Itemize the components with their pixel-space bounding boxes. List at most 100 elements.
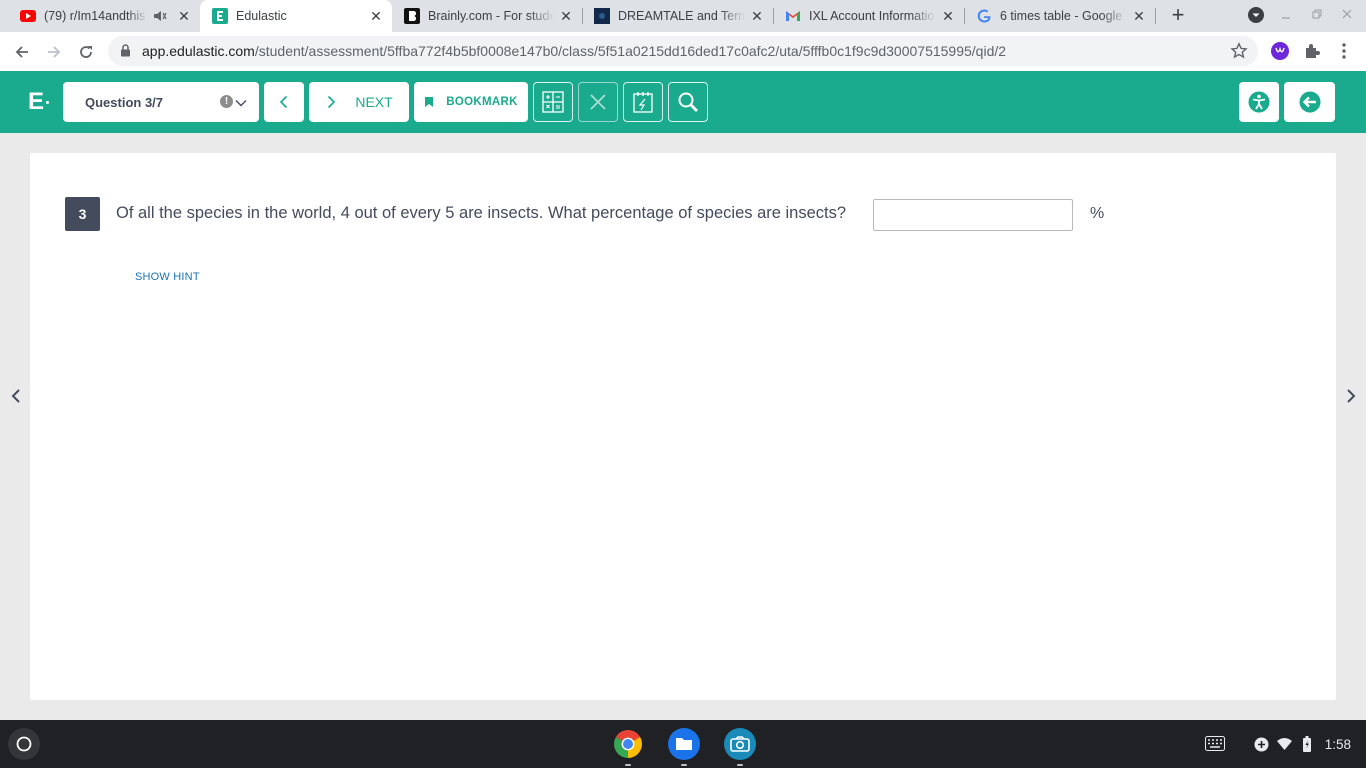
extensions-puzzle-icon[interactable] — [1302, 41, 1322, 61]
chevron-down-icon — [235, 96, 247, 114]
arrow-right-icon — [48, 46, 61, 58]
tab-separator — [964, 8, 965, 24]
chevron-down-icon — [1248, 7, 1264, 23]
magnifier-button[interactable] — [668, 82, 708, 122]
url-path: /student/assessment/5ffba772f4b5bf0008e1… — [254, 43, 1007, 59]
extension-purple-icon[interactable] — [1270, 41, 1290, 61]
chrome-app[interactable] — [612, 728, 644, 760]
battery-icon — [1303, 736, 1311, 757]
tab-ixl[interactable]: IXL Account Informatio ✕ — [773, 0, 964, 32]
close-icon[interactable]: ✕ — [176, 8, 192, 24]
youtube-icon — [20, 8, 36, 24]
browser-menu-icon[interactable] — [1334, 41, 1354, 61]
scratchpad-button[interactable] — [623, 82, 663, 122]
url-domain: app.edulastic.com — [142, 43, 255, 59]
exit-test-button[interactable] — [1284, 82, 1335, 122]
tab-title: (79) r/Im14andthis — [44, 9, 146, 23]
back-button[interactable] — [10, 40, 34, 64]
chevron-right-icon — [328, 95, 336, 109]
answer-input[interactable] — [873, 199, 1073, 231]
new-tab-button[interactable]: + — [1166, 4, 1190, 28]
launcher-button[interactable] — [8, 728, 40, 760]
next-page-arrow[interactable] — [1344, 386, 1358, 406]
bookmark-button[interactable]: BOOKMARK — [414, 82, 528, 122]
tab-google[interactable]: 6 times table - Google S ✕ — [964, 0, 1155, 32]
close-icon[interactable]: ✕ — [368, 8, 384, 24]
close-icon[interactable]: ✕ — [749, 8, 765, 24]
system-shelf: 1:58 — [0, 720, 1366, 768]
accessibility-button[interactable] — [1239, 82, 1279, 122]
add-circle-icon — [1254, 737, 1269, 757]
tab-title: 6 times table - Google S — [1000, 9, 1127, 23]
close-icon[interactable]: ✕ — [940, 8, 956, 24]
next-question-button[interactable]: NEXT — [309, 82, 409, 122]
show-hint-link[interactable]: SHOW HINT — [135, 271, 200, 283]
previous-question-button[interactable] — [264, 82, 304, 122]
question-selector[interactable]: Question 3/7 ! — [63, 82, 259, 122]
accessibility-icon — [1248, 91, 1270, 113]
clock: 1:58 — [1324, 737, 1351, 752]
edulastic-icon — [212, 8, 228, 24]
info-icon: ! — [220, 95, 233, 108]
calculator-button[interactable] — [533, 82, 573, 122]
previous-page-arrow[interactable] — [9, 386, 23, 406]
question-text: Of all the species in the world, 4 out o… — [116, 204, 847, 222]
close-icon[interactable]: ✕ — [1131, 8, 1147, 24]
launcher-icon — [16, 736, 32, 752]
restore-icon — [1312, 9, 1322, 19]
restore-button[interactable] — [1307, 6, 1327, 26]
tab-edulastic[interactable]: Edulastic ✕ — [200, 0, 392, 32]
minimize-button[interactable] — [1276, 6, 1296, 26]
assessment-header: E Question 3/7 ! NEXT BOOKMARK — [0, 71, 1366, 133]
address-bar[interactable]: app.edulastic.com/student/assessment/5ff… — [108, 36, 1258, 66]
next-button-label: NEXT — [355, 94, 393, 110]
chevron-left-icon — [279, 95, 288, 109]
scratchpad-icon — [633, 92, 653, 113]
url-text: app.edulastic.com/student/assessment/5ff… — [142, 43, 1006, 59]
browser-tab-strip: (79) r/Im14andthis ✕ Edulastic ✕ Brainly… — [0, 0, 1366, 32]
google-icon — [976, 8, 992, 24]
tab-separator — [1155, 8, 1156, 24]
close-window-button[interactable] — [1337, 6, 1357, 26]
tab-dreamtale[interactable]: DREAMTALE and Temp ✕ — [582, 0, 773, 32]
logo-dot — [46, 101, 49, 104]
calculator-icon — [542, 91, 564, 113]
keyboard-icon[interactable] — [1205, 736, 1225, 756]
wifi-icon — [1277, 738, 1292, 756]
bookmark-star-icon[interactable] — [1230, 42, 1248, 65]
tab-youtube[interactable]: (79) r/Im14andthis ✕ — [8, 0, 200, 32]
chevron-left-icon — [11, 389, 20, 403]
forward-button[interactable] — [42, 40, 66, 64]
files-app[interactable] — [668, 728, 700, 760]
chevron-right-icon — [1347, 389, 1356, 403]
tab-search-button[interactable] — [1246, 6, 1266, 26]
edulastic-logo: E — [28, 88, 45, 115]
bookmark-button-label: BOOKMARK — [446, 96, 518, 108]
camera-app[interactable] — [724, 728, 756, 760]
chrome-icon — [614, 730, 642, 758]
status-tray[interactable]: 1:58 — [1199, 728, 1359, 760]
answer-unit: % — [1090, 205, 1105, 222]
close-icon — [590, 94, 606, 110]
question-number-badge: 3 — [65, 197, 100, 231]
tab-title: Edulastic — [236, 9, 287, 23]
gmail-icon — [785, 8, 801, 24]
answer-eliminator-button[interactable] — [578, 82, 618, 122]
app-running-indicator — [681, 764, 687, 766]
tab-title: Brainly.com - For studen — [428, 9, 554, 23]
exit-arrow-icon — [1299, 91, 1320, 113]
camera-icon — [730, 736, 750, 752]
reload-button[interactable] — [74, 40, 98, 64]
tab-brainly[interactable]: Brainly.com - For studen ✕ — [392, 0, 582, 32]
search-icon — [678, 92, 698, 112]
tab-separator — [773, 8, 774, 24]
close-icon[interactable]: ✕ — [558, 8, 574, 24]
app-running-indicator — [625, 764, 631, 766]
speaker-muted-icon[interactable] — [152, 8, 168, 24]
reload-icon — [80, 46, 92, 58]
lock-icon — [120, 44, 131, 62]
close-icon — [1342, 9, 1352, 19]
arrow-left-icon — [15, 46, 28, 58]
question-card: 3 Of all the species in the world, 4 out… — [30, 153, 1336, 700]
question-selector-label: Question 3/7 — [85, 95, 164, 110]
